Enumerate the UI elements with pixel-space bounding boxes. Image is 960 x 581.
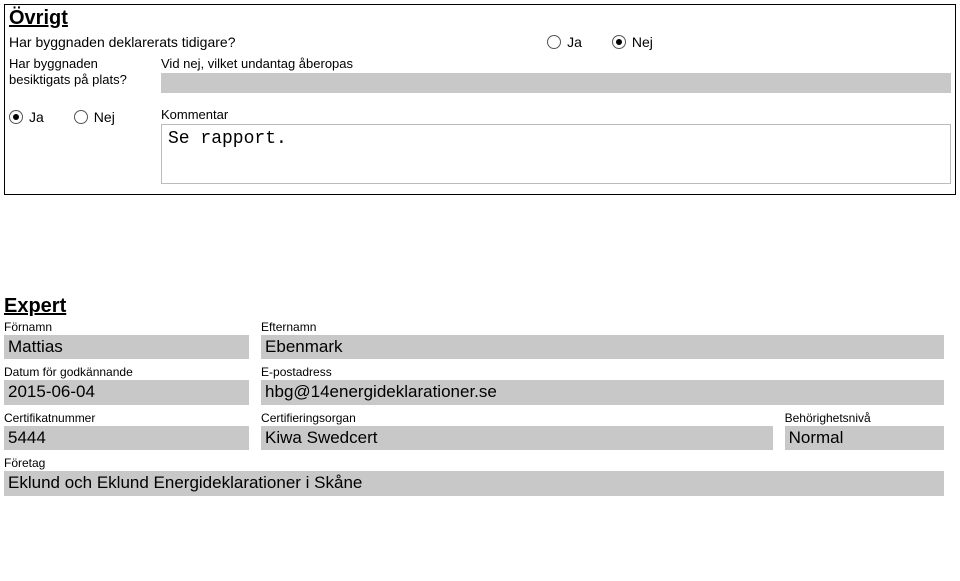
efternamn-value: Ebenmark [261,335,944,359]
inspected-row: Har byggnaden besiktigats på plats? Vid … [5,56,955,99]
inspected-label: Har byggnaden besiktigats på plats? [9,56,149,87]
inspected-ja-label: Ja [29,109,44,125]
declared-before-ja-radio[interactable] [547,35,561,49]
datum-value: 2015-06-04 [4,380,249,404]
declared-before-ja-label: Ja [567,34,582,50]
expert-section: Expert Förnamn Mattias Efternamn Ebenmar… [4,295,956,496]
datum-label: Datum för godkännande [4,365,249,379]
efternamn-label: Efternamn [261,320,944,334]
exception-label: Vid nej, vilket undantag åberopas [161,56,951,71]
foretag-label: Företag [4,456,944,470]
cert-label: Certifikatnummer [4,411,249,425]
ovrigt-title: Övrigt [5,5,955,34]
epost-value: hbg@14energideklarationer.se [261,380,944,404]
inspected-nej-radio[interactable] [74,110,88,124]
ovrigt-section: Övrigt Har byggnaden deklarerats tidigar… [4,4,956,195]
niva-value: Normal [785,426,944,450]
exception-input[interactable] [161,73,951,93]
declared-before-nej-label: Nej [632,34,653,50]
organ-label: Certifieringsorgan [261,411,773,425]
declared-before-row: Har byggnaden deklarerats tidigare? Ja N… [5,34,955,56]
comment-label: Kommentar [161,107,951,122]
inspected-label-line2: besiktigats på plats? [9,72,127,87]
fornamn-value: Mattias [4,335,249,359]
comment-input[interactable]: Se rapport. [161,124,951,184]
declared-before-nej-radio[interactable] [612,35,626,49]
foretag-value: Eklund och Eklund Energideklarationer i … [4,471,944,495]
fornamn-label: Förnamn [4,320,249,334]
organ-value: Kiwa Swedcert [261,426,773,450]
inspected-answer-row: Ja Nej Kommentar Se rapport. [5,99,955,194]
declared-before-label: Har byggnaden deklarerats tidigare? [9,34,527,50]
cert-value: 5444 [4,426,249,450]
expert-title: Expert [4,295,956,318]
inspected-label-line1: Har byggnaden [9,56,98,71]
epost-label: E-postadress [261,365,944,379]
inspected-ja-radio[interactable] [9,110,23,124]
inspected-nej-label: Nej [94,109,115,125]
declared-before-radio-group: Ja Nej [547,34,653,50]
niva-label: Behörighetsnivå [785,411,944,425]
